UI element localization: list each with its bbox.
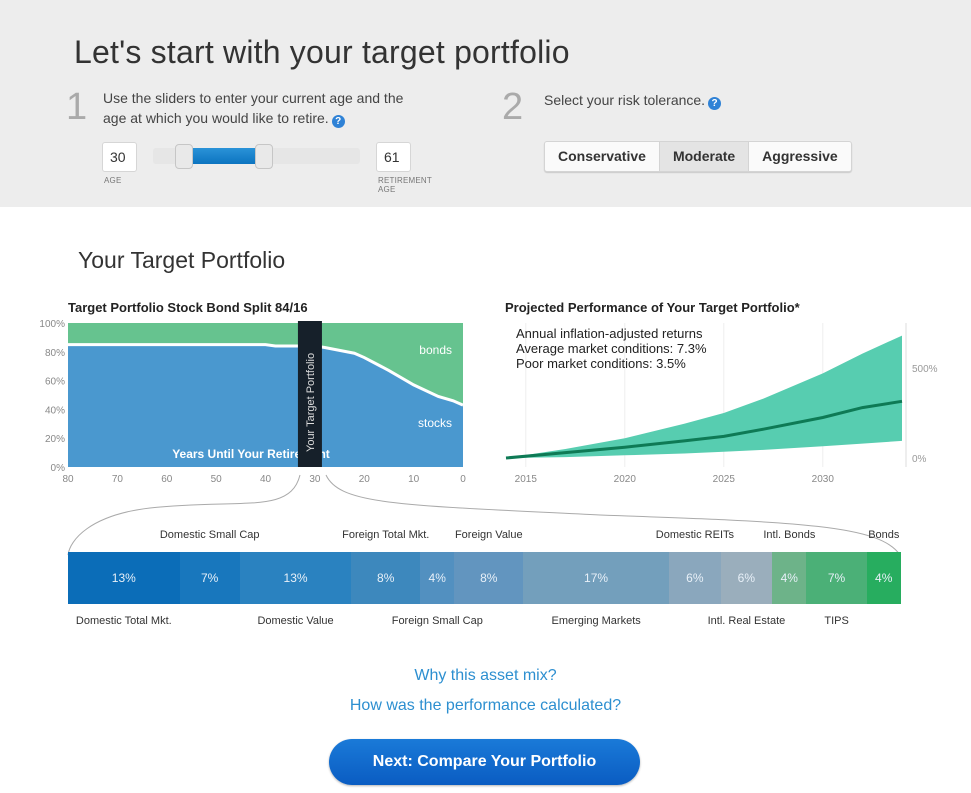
returns-annotation: Average market conditions: 7.3%	[516, 341, 707, 356]
age-input[interactable]: 30	[102, 142, 137, 172]
asset-label: Foreign Value	[454, 529, 523, 541]
allocation-segment[interactable]: 17%	[523, 552, 670, 604]
step-1-text: Use the sliders to enter your current ag…	[103, 88, 403, 128]
retirement-age-input[interactable]: 61	[376, 142, 411, 172]
step-1-number: 1	[66, 86, 88, 128]
retirement-age-handle[interactable]	[255, 144, 273, 169]
why-asset-mix-link[interactable]: Why this asset mix?	[0, 667, 971, 685]
y-tick-label: 100%	[39, 319, 65, 330]
age-label: AGE	[104, 176, 122, 185]
allocation-segment[interactable]: 6%	[720, 552, 773, 604]
asset-label: Bonds	[868, 529, 900, 541]
asset-label: Intl. Bonds	[763, 529, 816, 541]
bonds-label: bonds	[419, 343, 452, 357]
page-title: Let's start with your target portfolio	[74, 34, 570, 70]
asset-label: Domestic Small Cap	[159, 529, 260, 541]
asset-label: Foreign Small Cap	[391, 615, 483, 627]
asset-label: Emerging Markets	[551, 615, 641, 627]
allocation-segment[interactable]: 6%	[669, 552, 721, 604]
allocation-segment[interactable]: 4%	[420, 552, 455, 604]
asset-label: TIPS	[824, 615, 849, 627]
retirement-label-line1: RETIREMENT	[378, 176, 432, 185]
allocation-segment[interactable]: 13%	[68, 552, 180, 604]
step-1-line1: Use the sliders to enter your current ag…	[103, 90, 404, 106]
risk-option-conservative[interactable]: Conservative	[545, 142, 660, 171]
allocation-segment[interactable]: 7%	[179, 552, 240, 604]
asset-label: Domestic Value	[257, 615, 334, 627]
help-icon[interactable]: ?	[331, 115, 345, 128]
help-icon[interactable]: ?	[708, 97, 722, 110]
y-tick-label: 80%	[45, 348, 65, 359]
setup-panel: Let's start with your target portfolio 1…	[0, 0, 971, 207]
section-title: Your Target Portfolio	[78, 247, 286, 273]
connector-right	[325, 474, 901, 555]
allocation-segment[interactable]: 4%	[866, 552, 901, 604]
y-tick-label: 40%	[45, 405, 65, 416]
y-tick-label: 500%	[912, 364, 938, 375]
returns-annotation: Poor market conditions: 3.5%	[516, 356, 686, 371]
performance-chart-title: Projected Performance of Your Target Por…	[505, 300, 800, 315]
retirement-label-line2: AGE	[378, 185, 396, 194]
connector-left	[67, 474, 301, 555]
age-slider-range	[193, 148, 255, 164]
risk-option-moderate[interactable]: Moderate	[659, 142, 750, 171]
allocation-segment[interactable]: 4%	[772, 552, 807, 604]
allocation-segment[interactable]: 7%	[806, 552, 867, 604]
stocks-label: stocks	[418, 416, 452, 430]
step-2-text: Select your risk tolerance.?	[544, 90, 722, 110]
risk-tolerance-toggle: Conservative Moderate Aggressive	[544, 141, 852, 172]
step-2-number: 2	[502, 86, 524, 128]
performance-calculation-link[interactable]: How was the performance calculated?	[0, 697, 971, 715]
asset-label: Domestic REITs	[655, 529, 735, 541]
current-age-handle[interactable]	[175, 144, 193, 169]
step-1-line2: age at which you would like to retire.	[103, 110, 329, 126]
asset-allocation-bar: 13% 7% 13% 8% 4% 8% 17% 6% 6% 4% 7% 4%	[68, 552, 901, 604]
asset-label: Domestic Total Mkt.	[75, 615, 172, 627]
retirement-age-label: RETIREMENT AGE	[378, 176, 432, 194]
asset-label: Intl. Real Estate	[707, 615, 786, 627]
next-compare-button[interactable]: Next: Compare Your Portfolio	[329, 739, 640, 785]
split-chart-title: Target Portfolio Stock Bond Split 84/16	[68, 300, 308, 315]
asset-label: Foreign Total Mkt.	[342, 529, 430, 541]
step-2-label: Select your risk tolerance.	[544, 92, 706, 108]
allocation-segment[interactable]: 13%	[239, 552, 352, 604]
y-tick-label: 60%	[45, 377, 65, 388]
target-portfolio-label: Your Target Portfolio	[305, 353, 317, 452]
y-tick-label: 20%	[45, 434, 65, 445]
allocation-segment[interactable]: 8%	[454, 552, 524, 604]
risk-option-aggressive[interactable]: Aggressive	[749, 142, 850, 171]
allocation-segment[interactable]: 8%	[351, 552, 421, 604]
returns-annotation: Annual inflation-adjusted returns	[516, 326, 703, 341]
